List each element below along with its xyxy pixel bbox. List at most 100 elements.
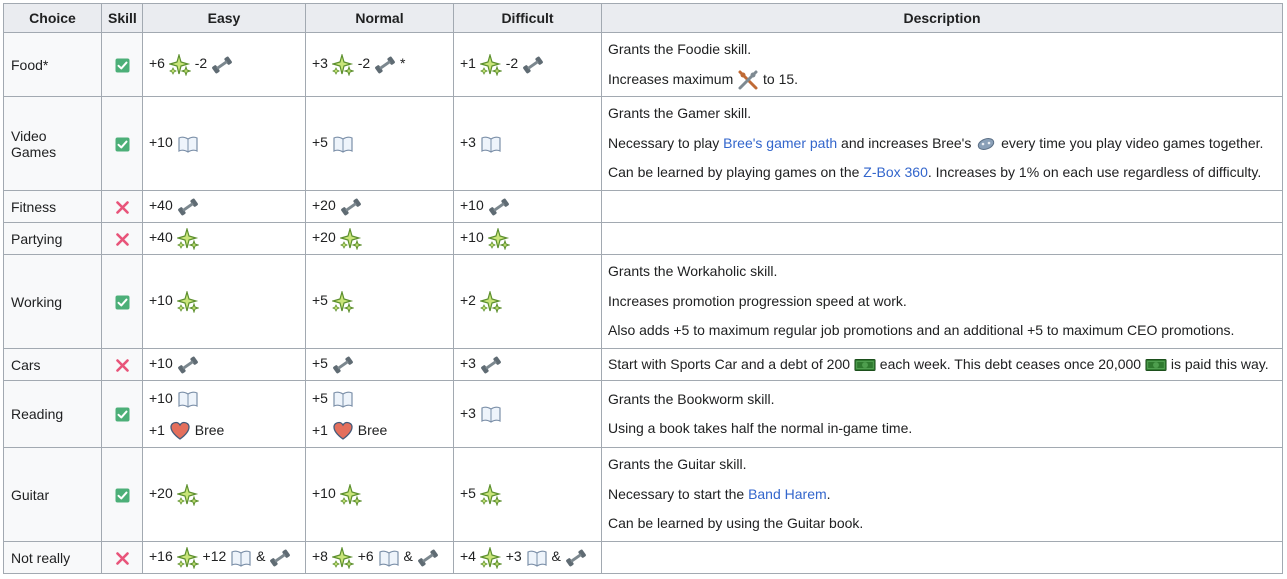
description-line: Start with Sports Car and a debt of 200 … xyxy=(608,350,1276,380)
money-icon xyxy=(854,354,876,376)
normal-cell: +20 xyxy=(305,190,454,223)
value-text: +10 xyxy=(149,390,173,406)
gamepad-icon xyxy=(975,133,997,155)
normal-cell: +5 xyxy=(305,348,454,381)
value-line: +3 xyxy=(460,355,502,373)
value-text: Grants the Bookworm skill. xyxy=(608,390,775,407)
value-text: +10 xyxy=(460,229,484,246)
sparkle-icon xyxy=(176,546,199,569)
sparkle-icon xyxy=(339,227,362,250)
cross-icon xyxy=(115,358,130,373)
table-row: Fitness +40 +20 +10 xyxy=(3,190,1283,223)
sparkle-icon xyxy=(331,546,354,569)
book-icon xyxy=(378,547,400,569)
easy-cell: +10 xyxy=(142,254,306,349)
skill-cell xyxy=(101,254,143,349)
value-text: . xyxy=(826,485,831,502)
book-icon xyxy=(526,547,548,569)
header-choice[interactable]: Choice xyxy=(3,3,102,33)
difficult-cell: +2 xyxy=(453,254,602,349)
value-text: is paid this way. xyxy=(1166,355,1269,372)
book-icon xyxy=(480,403,502,425)
value-line: +8 +6 & xyxy=(312,546,439,569)
difficult-cell: +3 xyxy=(453,380,602,448)
choice-cell: Working xyxy=(3,254,102,349)
cross-icon xyxy=(115,232,130,247)
description-line: Increases maximum to 15. xyxy=(608,65,1276,95)
sparkle-icon xyxy=(176,290,199,313)
sparkle-icon xyxy=(176,483,199,506)
description-cell xyxy=(601,222,1283,255)
value-text: Can be learned by playing games on the xyxy=(608,164,864,181)
header-difficult[interactable]: Difficult xyxy=(453,3,602,33)
sparkle-icon xyxy=(331,290,354,313)
check-icon xyxy=(115,58,130,73)
table-row: Reading +10 +1 Bree +5 +1 Bree +3 Grants th… xyxy=(3,380,1283,448)
value-text: +16 xyxy=(149,548,173,565)
normal-cell: +10 xyxy=(305,447,454,542)
difficult-cell: +1 -2 xyxy=(453,32,602,97)
value-text: +1 xyxy=(460,55,476,72)
value-text: +40 xyxy=(149,197,173,214)
choice-cell: Fitness xyxy=(3,190,102,223)
value-text: +3 xyxy=(505,548,522,565)
dumbbell-icon xyxy=(565,547,587,569)
table-row: Working +10 +5 +2 Grants the Workaholic s… xyxy=(3,254,1283,349)
description-line: Necessary to play Bree's gamer path and … xyxy=(608,129,1276,159)
skill-cell xyxy=(101,222,143,255)
description-cell: Grants the Foodie skill. Increases maximu… xyxy=(601,32,1283,97)
value-text: Grants the Gamer skill. xyxy=(608,105,752,122)
value-text: +20 xyxy=(149,485,173,502)
check-icon xyxy=(115,295,130,310)
dumbbell-icon xyxy=(480,354,502,376)
description-cell: Grants the Gamer skill. Necessary to play… xyxy=(601,96,1283,191)
book-icon xyxy=(177,388,199,410)
header-normal[interactable]: Normal xyxy=(305,3,454,33)
book-icon xyxy=(177,133,199,155)
easy-cell: +10 xyxy=(142,348,306,381)
header-easy[interactable]: Easy xyxy=(142,3,306,33)
description-cell: Grants the Workaholic skill. Increases pr… xyxy=(601,254,1283,349)
value-line: +10 xyxy=(460,227,510,250)
wiki-link[interactable]: Band Harem xyxy=(748,486,827,502)
choice-cell: Food* xyxy=(3,32,102,97)
easy-cell: +40 xyxy=(142,222,306,255)
value-line: +1 Bree xyxy=(312,414,447,446)
wiki-link[interactable]: Bree's gamer path xyxy=(723,135,837,151)
description-cell xyxy=(601,190,1283,223)
value-text: +4 xyxy=(460,548,476,565)
book-icon xyxy=(332,388,354,410)
description-line: Grants the Foodie skill. xyxy=(608,35,1276,65)
value-text: +5 xyxy=(312,292,328,309)
book-icon xyxy=(480,133,502,155)
table-row: Video Games +10 +5 +3 Grants the Gamer sk… xyxy=(3,96,1283,191)
value-line: +5 xyxy=(460,483,502,506)
value-text: Increases maximum xyxy=(608,70,738,87)
description-cell: Grants the Guitar skill. Necessary to sta… xyxy=(601,447,1283,542)
value-text: +20 xyxy=(312,229,336,246)
value-line: +10 xyxy=(149,290,199,313)
skill-cell xyxy=(101,190,143,223)
normal-cell: +20 xyxy=(305,222,454,255)
value-text: Grants the Workaholic skill. xyxy=(608,263,778,280)
header-description[interactable]: Description xyxy=(601,3,1283,33)
value-text: +8 xyxy=(312,548,328,565)
value-line: +20 xyxy=(149,483,199,506)
value-text: Bree xyxy=(357,422,388,438)
choices-table: Choice Skill Easy Normal Difficult Descr… xyxy=(3,3,1283,574)
wiki-link[interactable]: Z-Box 360 xyxy=(863,164,928,180)
sparkle-icon xyxy=(331,53,354,76)
header-skill[interactable]: Skill xyxy=(101,3,143,33)
value-line: +5 xyxy=(312,134,354,153)
value-line: +20 xyxy=(312,227,362,250)
utensils-icon xyxy=(737,69,759,91)
normal-cell: +5 xyxy=(305,254,454,349)
check-icon xyxy=(115,488,130,503)
value-text: +10 xyxy=(149,134,173,151)
description-line: Grants the Bookworm skill. xyxy=(608,385,1276,415)
value-text: each week. This debt ceases once 20,000 xyxy=(875,355,1145,372)
value-text: +12 xyxy=(202,548,227,565)
description-line: Using a book takes half the normal in-ga… xyxy=(608,414,1276,444)
value-text: +3 xyxy=(460,134,476,151)
choice-cell: Video Games xyxy=(3,96,102,191)
